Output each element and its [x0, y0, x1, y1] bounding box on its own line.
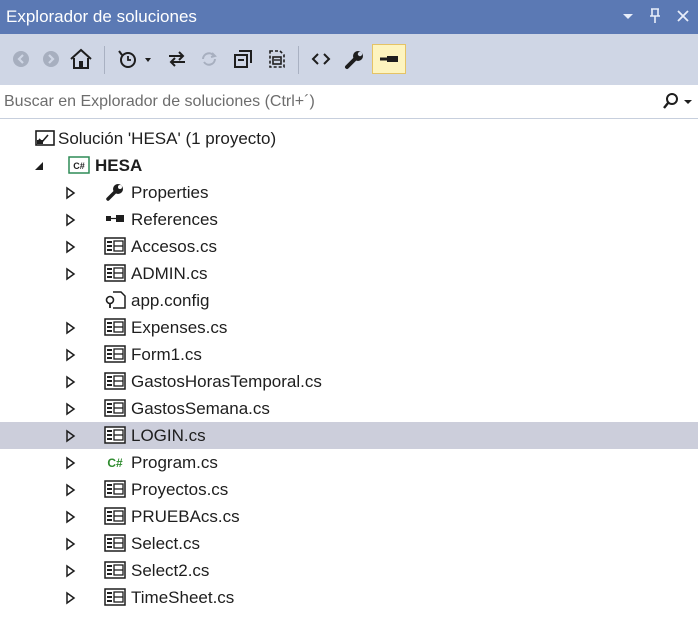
tree-item[interactable]: TimeSheet.cs [0, 584, 698, 611]
tree-item[interactable]: app.config [0, 287, 698, 314]
tree-item-label: Select2.cs [131, 561, 210, 580]
tree-item[interactable]: Properties [0, 179, 698, 206]
tree-item-label: LOGIN.cs [131, 426, 206, 445]
collapse-all-icon[interactable] [228, 44, 258, 74]
pin-icon[interactable] [648, 6, 662, 32]
expand-arrow-icon[interactable] [64, 347, 76, 362]
pending-changes-filter-icon[interactable] [114, 44, 158, 74]
wrench-icon [104, 183, 126, 201]
tree-item-label: Form1.cs [131, 345, 202, 364]
tree-item-label: References [131, 210, 218, 229]
form-icon [104, 426, 126, 444]
expand-arrow-icon[interactable] [64, 374, 76, 389]
tree-item-label: Expenses.cs [131, 318, 228, 337]
references-icon [104, 210, 126, 228]
form-icon [104, 507, 126, 525]
title-bar: Explorador de soluciones [0, 0, 698, 34]
show-all-files-icon[interactable] [262, 44, 292, 74]
form-icon [104, 372, 126, 390]
expand-arrow-icon[interactable] [64, 428, 76, 443]
solution-node[interactable]: Solución 'HESA' (1 proyecto) [0, 125, 698, 152]
expand-arrow-icon[interactable] [64, 266, 76, 281]
svg-text:C#: C# [107, 456, 123, 470]
sync-active-document-icon[interactable] [162, 44, 192, 74]
expand-arrow-icon[interactable] [64, 185, 76, 200]
tree-item[interactable]: Select2.cs [0, 557, 698, 584]
tree-item[interactable]: Select.cs [0, 530, 698, 557]
tree-item[interactable]: C# Program.cs [0, 449, 698, 476]
close-icon[interactable] [676, 6, 690, 32]
preview-selected-items-icon[interactable] [372, 44, 406, 74]
tree-item-label: TimeSheet.cs [131, 588, 235, 607]
home-icon[interactable] [66, 44, 96, 74]
panel-title: Explorador de soluciones [6, 7, 197, 26]
solution-label: Solución 'HESA' (1 proyecto) [58, 129, 277, 148]
tree-item-label: Select.cs [131, 534, 200, 553]
tree-item-label: Accesos.cs [131, 237, 217, 256]
project-node[interactable]: C# HESA [0, 152, 698, 179]
tree-item[interactable]: GastosHorasTemporal.cs [0, 368, 698, 395]
tree-item[interactable]: PRUEBAcs.cs [0, 503, 698, 530]
svg-text:C#: C# [73, 161, 85, 171]
toolbar-separator [298, 46, 299, 74]
form-icon [104, 534, 126, 552]
tree-item-label: GastosHorasTemporal.cs [131, 372, 322, 391]
tree-item-label: PRUEBAcs.cs [131, 507, 240, 526]
tree-item[interactable]: Proyectos.cs [0, 476, 698, 503]
tree-item-label: Program.cs [131, 453, 218, 472]
form-icon [104, 480, 126, 498]
search-input[interactable]: Buscar en Explorador de soluciones (Ctrl… [4, 93, 315, 111]
expand-arrow-icon[interactable] [64, 239, 76, 254]
expand-arrow-icon[interactable] [64, 590, 76, 605]
form-icon [104, 318, 126, 336]
tree-item[interactable]: Form1.cs [0, 341, 698, 368]
form-icon [104, 345, 126, 363]
expand-arrow-icon[interactable] [64, 482, 76, 497]
tree-item[interactable]: Expenses.cs [0, 314, 698, 341]
form-icon [104, 237, 126, 255]
toolbar [0, 34, 698, 85]
expand-arrow-icon[interactable] [64, 563, 76, 578]
form-icon [104, 588, 126, 606]
tree-item-label: ADMIN.cs [131, 264, 208, 283]
solution-icon [35, 129, 57, 147]
tree-item-label: Proyectos.cs [131, 480, 229, 499]
csharp-file-icon: C# [104, 453, 126, 471]
search-icon[interactable] [662, 91, 680, 116]
tree-item-label: Properties [131, 183, 209, 202]
collapse-arrow-icon[interactable] [33, 158, 45, 172]
search-options[interactable] [662, 91, 692, 116]
chevron-down-icon[interactable] [684, 91, 692, 116]
tree-item[interactable]: GastosSemana.cs [0, 395, 698, 422]
tree-item-label: app.config [131, 291, 210, 310]
back-icon[interactable] [6, 44, 36, 74]
tree-item-label: GastosSemana.cs [131, 399, 270, 418]
csharp-project-icon: C# [68, 156, 90, 174]
expand-arrow-icon[interactable] [64, 320, 76, 335]
tree-item[interactable]: Accesos.cs [0, 233, 698, 260]
config-icon [104, 291, 126, 309]
expand-arrow-icon[interactable] [64, 509, 76, 524]
refresh-icon[interactable] [194, 44, 224, 74]
expand-arrow-icon[interactable] [64, 536, 76, 551]
tree-item[interactable]: LOGIN.cs [0, 422, 698, 449]
form-icon [104, 264, 126, 282]
project-label: HESA [95, 156, 143, 175]
tree-item[interactable]: References [0, 206, 698, 233]
forward-icon[interactable] [36, 44, 66, 74]
expand-arrow-icon[interactable] [64, 455, 76, 470]
search-box[interactable]: Buscar en Explorador de soluciones (Ctrl… [0, 85, 698, 119]
expand-arrow-icon[interactable] [64, 401, 76, 416]
dropdown-icon[interactable] [622, 6, 634, 32]
view-code-icon[interactable] [306, 44, 336, 74]
expand-arrow-icon[interactable] [64, 212, 76, 227]
form-icon [104, 399, 126, 417]
tree-item[interactable]: ADMIN.cs [0, 260, 698, 287]
form-icon [104, 561, 126, 579]
toolbar-separator [104, 46, 105, 74]
properties-icon[interactable] [340, 44, 370, 74]
